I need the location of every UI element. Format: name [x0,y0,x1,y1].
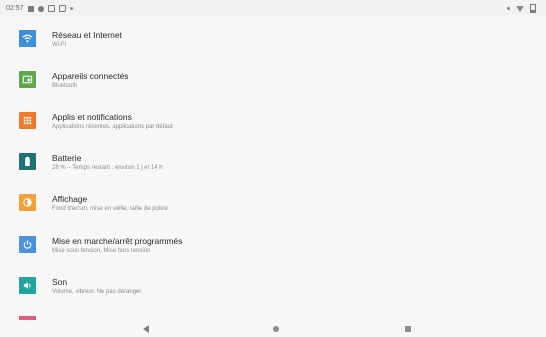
wifi-icon [19,30,36,47]
settings-item-connected-devices[interactable]: Appareils connectés Bluetooth [0,66,546,106]
settings-item-subtitle: Mise sous tension, Mise hors tension [52,248,151,254]
settings-item-subtitle: Fond d'écran, mise en veille, taille de … [52,206,168,212]
connected-devices-icon [19,71,36,88]
battery-icon [19,153,36,170]
sound-icon [19,277,36,294]
navigation-bar [0,320,546,337]
back-icon[interactable] [143,325,149,333]
settings-item-title: Applis et notifications [52,112,132,122]
settings-item-title: Affichage [52,194,88,204]
status-bar: 02:57 [0,0,546,17]
settings-item-network[interactable]: Réseau et Internet Wi-Fi [0,25,546,65]
gear-icon [37,5,44,12]
settings-item-display[interactable]: Affichage Fond d'écran, mise en veille, … [0,189,546,229]
recents-icon[interactable] [405,326,411,332]
apps-icon [19,112,36,129]
settings-item-title: Mise en marche/arrêt programmés [52,236,183,246]
signal-icon [507,7,510,10]
settings-item-subtitle: Bluetooth [52,83,78,89]
status-bar-left: 02:57 [0,5,73,12]
dot-icon [69,7,73,10]
settings-item-subtitle: Applications récentes, applications par … [52,124,173,130]
settings-item-subtitle: Wi-Fi [52,42,66,48]
notification-icon [27,5,34,12]
settings-item-battery[interactable]: Batterie 28 % – Temps restant : environ … [0,148,546,188]
power-icon [19,236,36,253]
battery-icon [530,4,536,13]
settings-item-title: Réseau et Internet [52,30,122,40]
clock: 02:57 [6,5,24,12]
settings-screen: 02:57 Réseau et Internet Wi-Fi Appareils… [0,0,546,337]
settings-item-title: Batterie [52,153,82,163]
settings-item-title: Appareils connectés [52,71,129,81]
settings-item-subtitle: Volume, vibreur, Ne pas déranger [52,289,142,295]
grid-icon [47,5,55,12]
status-bar-right [507,0,536,17]
settings-item-apps[interactable]: Applis et notifications Applications réc… [0,107,546,147]
home-icon[interactable] [273,326,279,332]
settings-item-title: Son [52,277,68,287]
grid-icon [58,5,66,12]
settings-item-sound[interactable]: Son Volume, vibreur, Ne pas déranger [0,272,546,312]
settings-item-scheduled-power[interactable]: Mise en marche/arrêt programmés Mise sou… [0,231,546,271]
settings-item-subtitle: 28 % – Temps restant : environ 1 j et 14… [52,165,163,171]
display-icon [19,194,36,211]
wifi-icon [516,5,524,12]
